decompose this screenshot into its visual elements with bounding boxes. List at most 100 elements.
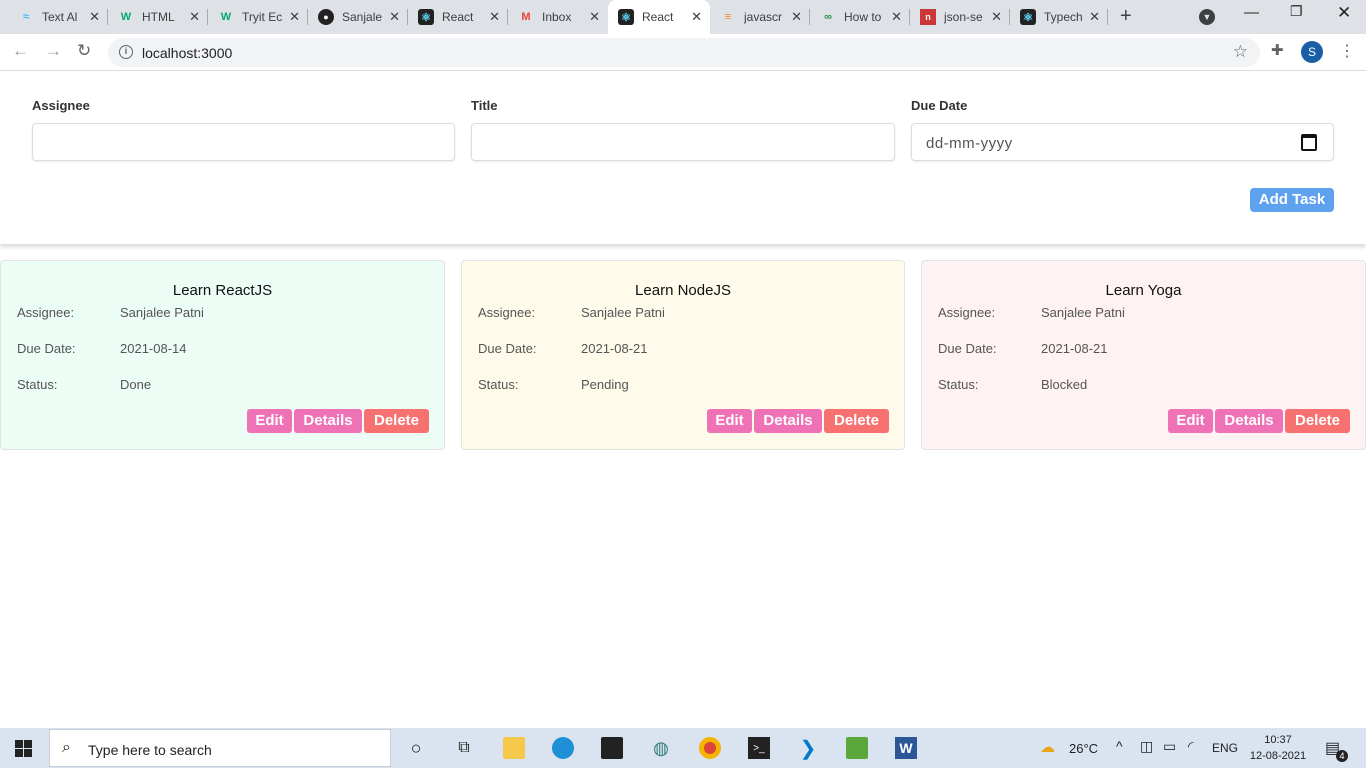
delete-button[interactable]: Delete bbox=[1285, 409, 1350, 433]
bookmark-star-icon[interactable]: ☆ bbox=[1233, 42, 1248, 62]
details-button[interactable]: Details bbox=[1215, 409, 1283, 433]
vscode-icon[interactable]: ❯ bbox=[797, 737, 819, 760]
status-value: Pending bbox=[581, 377, 629, 392]
task-title: Learn Yoga bbox=[1105, 282, 1182, 299]
details-button[interactable]: Details bbox=[294, 409, 362, 433]
address-bar[interactable]: i localhost:3000 ☆ bbox=[108, 38, 1260, 67]
close-icon[interactable]: ✕ bbox=[389, 9, 400, 25]
edit-button[interactable]: Edit bbox=[247, 409, 292, 433]
assignee-input[interactable] bbox=[32, 123, 455, 161]
assignee-key: Assignee: bbox=[478, 305, 536, 320]
edit-button[interactable]: Edit bbox=[1168, 409, 1213, 433]
calendar-icon[interactable] bbox=[1301, 134, 1317, 151]
sticky-notes-icon[interactable] bbox=[601, 737, 623, 759]
weather-temp[interactable]: 26°C bbox=[1069, 741, 1098, 756]
close-window-icon[interactable]: ✕ bbox=[1337, 3, 1351, 23]
new-tab-icon[interactable]: + bbox=[1120, 5, 1132, 28]
terminal-icon[interactable]: >_ bbox=[748, 737, 770, 759]
close-icon[interactable]: ✕ bbox=[691, 9, 702, 25]
close-icon[interactable]: ✕ bbox=[489, 9, 500, 25]
close-icon[interactable]: ✕ bbox=[189, 9, 200, 25]
title-input[interactable] bbox=[471, 123, 895, 161]
browser-tab[interactable]: ● Sanjale ✕ bbox=[308, 0, 408, 34]
file-explorer-icon[interactable] bbox=[503, 737, 525, 759]
close-icon[interactable]: ✕ bbox=[289, 9, 300, 25]
github-icon: ● bbox=[318, 9, 334, 25]
assignee-key: Assignee: bbox=[17, 305, 75, 320]
add-task-button[interactable]: Add Task bbox=[1250, 188, 1334, 212]
cortana-icon[interactable]: ○ bbox=[405, 737, 427, 759]
task-title: Learn ReactJS bbox=[172, 282, 273, 299]
browser-tab[interactable]: ≡ javascr ✕ bbox=[710, 0, 810, 34]
close-icon[interactable]: ✕ bbox=[891, 9, 902, 25]
site-info-icon[interactable]: i bbox=[119, 45, 133, 59]
extensions-icon[interactable]: ✚ bbox=[1271, 41, 1284, 59]
back-icon[interactable]: ← bbox=[12, 41, 29, 61]
due-date-value: 2021-08-21 bbox=[581, 341, 648, 356]
weather-icon[interactable]: ☁ bbox=[1040, 738, 1055, 756]
windows-taskbar: ⌕ Type here to search ○ ⧉ ◍ >_ ❯ W ☁ 26°… bbox=[0, 728, 1366, 768]
edge-icon[interactable] bbox=[552, 737, 574, 759]
close-icon[interactable]: ✕ bbox=[991, 9, 1002, 25]
minimize-icon[interactable]: — bbox=[1244, 4, 1259, 21]
task-card: Learn NodeJS Assignee: Sanjalee Patni Du… bbox=[461, 260, 905, 450]
word-icon[interactable]: W bbox=[895, 737, 917, 759]
maximize-icon[interactable]: ❐ bbox=[1290, 3, 1303, 20]
browser-tab[interactable]: ≈ Text Al ✕ bbox=[8, 0, 108, 34]
system-clock[interactable]: 10:37 12-08-2021 bbox=[1244, 732, 1312, 764]
tab-search-icon[interactable]: ▼ bbox=[1199, 9, 1215, 25]
task-card: Learn ReactJS Assignee: Sanjalee Patni D… bbox=[0, 260, 445, 450]
close-icon[interactable]: ✕ bbox=[791, 9, 802, 25]
assignee-key: Assignee: bbox=[938, 305, 996, 320]
close-icon[interactable]: ✕ bbox=[89, 9, 100, 25]
browser-tab[interactable]: ⚛ React ✕ bbox=[408, 0, 508, 34]
url-text[interactable]: localhost:3000 bbox=[142, 45, 232, 61]
editor-icon[interactable] bbox=[846, 737, 868, 759]
browser-tab[interactable]: ⚛ Typech ✕ bbox=[1010, 0, 1108, 34]
language-indicator[interactable]: ENG bbox=[1212, 741, 1238, 755]
notification-count: 4 bbox=[1336, 750, 1348, 762]
delete-button[interactable]: Delete bbox=[824, 409, 889, 433]
close-icon[interactable]: ✕ bbox=[1089, 9, 1100, 25]
status-value: Done bbox=[120, 377, 152, 392]
browser-tab[interactable]: n json-se ✕ bbox=[910, 0, 1010, 34]
status-key: Status: bbox=[17, 377, 58, 392]
chrome-icon[interactable] bbox=[699, 737, 721, 759]
due-date-key: Due Date: bbox=[17, 341, 76, 356]
task-card: Learn Yoga Assignee: Sanjalee Patni Due … bbox=[921, 260, 1366, 450]
delete-button[interactable]: Delete bbox=[364, 409, 429, 433]
browser-tab-active[interactable]: ⚛ React ✕ bbox=[608, 0, 710, 34]
due-date-value: 2021-08-21 bbox=[1041, 341, 1108, 356]
show-hidden-icons[interactable]: ^ bbox=[1116, 738, 1123, 754]
windows-start-icon[interactable] bbox=[15, 740, 32, 757]
browser-tab[interactable]: ∞ How to ✕ bbox=[810, 0, 910, 34]
w3-icon: W bbox=[220, 11, 232, 23]
globe-icon[interactable]: ◍ bbox=[650, 737, 672, 759]
browser-tab[interactable]: W HTML ✕ bbox=[108, 0, 208, 34]
clock-date: 12-08-2021 bbox=[1249, 750, 1307, 762]
due-date-input[interactable]: dd-mm-yyyy bbox=[911, 123, 1334, 161]
edit-button[interactable]: Edit bbox=[707, 409, 752, 433]
close-icon[interactable]: ✕ bbox=[589, 9, 600, 25]
details-button[interactable]: Details bbox=[754, 409, 822, 433]
reload-icon[interactable]: ↻ bbox=[77, 41, 91, 61]
due-date-value: 2021-08-14 bbox=[120, 341, 187, 356]
forward-icon[interactable]: → bbox=[45, 41, 62, 61]
assignee-value: Sanjalee Patni bbox=[581, 305, 665, 320]
profile-avatar[interactable]: S bbox=[1301, 41, 1323, 63]
taskbar-search-box[interactable]: ⌕ Type here to search bbox=[49, 729, 391, 767]
react-icon: ⚛ bbox=[618, 9, 634, 25]
tab-label: Text Al bbox=[42, 10, 78, 24]
browser-tab[interactable]: M Inbox ✕ bbox=[508, 0, 608, 34]
battery-icon[interactable]: ▭ bbox=[1163, 738, 1176, 755]
task-view-icon[interactable]: ⧉ bbox=[453, 737, 475, 759]
tab-label: Sanjale bbox=[342, 10, 382, 24]
stackoverflow-icon: ≡ bbox=[724, 11, 732, 23]
browser-menu-icon[interactable]: ⋮ bbox=[1339, 41, 1355, 61]
browser-tab[interactable]: W Tryit Ec ✕ bbox=[208, 0, 308, 34]
meet-now-icon[interactable]: ◫ bbox=[1140, 738, 1153, 755]
wifi-icon[interactable]: ◜ bbox=[1188, 738, 1193, 755]
tab-label: How to bbox=[844, 10, 882, 24]
status-key: Status: bbox=[478, 377, 519, 392]
clock-time: 10:37 bbox=[1264, 734, 1292, 746]
